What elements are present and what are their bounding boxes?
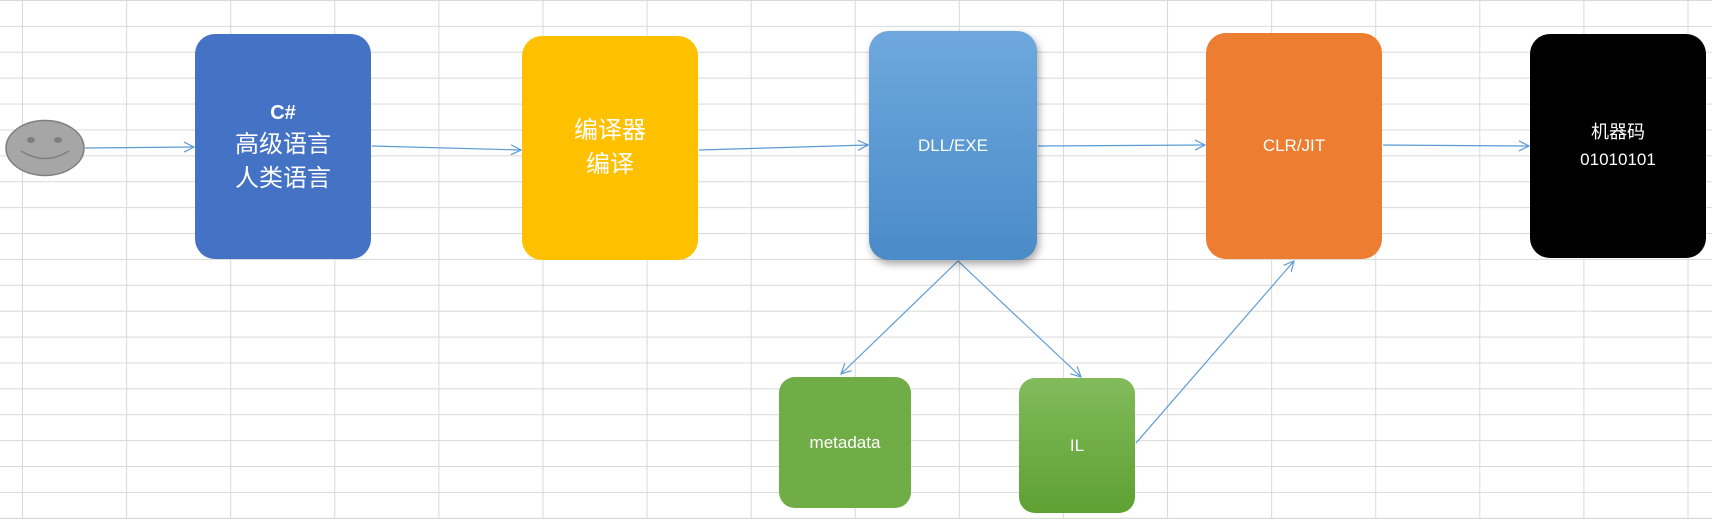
arrow-runtime-to-machine-code[interactable] [1382, 145, 1529, 146]
machine-code-node[interactable]: 机器码 01010101 [1530, 34, 1706, 258]
arrow-il-to-runtime[interactable] [1135, 261, 1294, 444]
machine-code-line-2: 01010101 [1580, 150, 1656, 169]
right-eye [54, 137, 62, 143]
arrow-assembly-to-runtime[interactable] [1037, 145, 1205, 146]
compiler-line-2: 编译 [586, 151, 634, 178]
il-node[interactable]: IL [1019, 378, 1135, 513]
compiler-node[interactable]: 编译器 编译 [522, 36, 698, 260]
arrow-assembly-to-il[interactable] [957, 260, 1081, 377]
assembly-label: DLL/EXE [918, 135, 988, 155]
smiley-face-icon[interactable] [3, 118, 87, 178]
il-label: IL [1069, 435, 1085, 455]
source-line-2: 人类语言 [235, 164, 331, 192]
runtime-label: CLR/JIT [1262, 136, 1326, 155]
compiler-line-1: 编译器 [574, 117, 646, 144]
csharp-source-node[interactable]: C# 高级语言 人类语言 [195, 34, 371, 259]
arrow-source-to-compiler[interactable] [371, 146, 521, 150]
metadata-label: metadata [809, 432, 881, 452]
source-line-1: 高级语言 [235, 130, 331, 158]
assembly-node[interactable]: DLL/EXE [869, 31, 1037, 260]
left-eye [27, 137, 35, 143]
arrow-assembly-to-metadata[interactable] [841, 260, 959, 374]
runtime-node[interactable]: CLR/JIT [1206, 33, 1382, 259]
metadata-node[interactable]: metadata [779, 377, 911, 508]
machine-code-line-1: 机器码 [1591, 122, 1645, 142]
arrow-compiler-to-assembly[interactable] [698, 145, 868, 150]
source-title: C# [270, 101, 296, 124]
arrow-user-to-source[interactable] [84, 147, 194, 148]
